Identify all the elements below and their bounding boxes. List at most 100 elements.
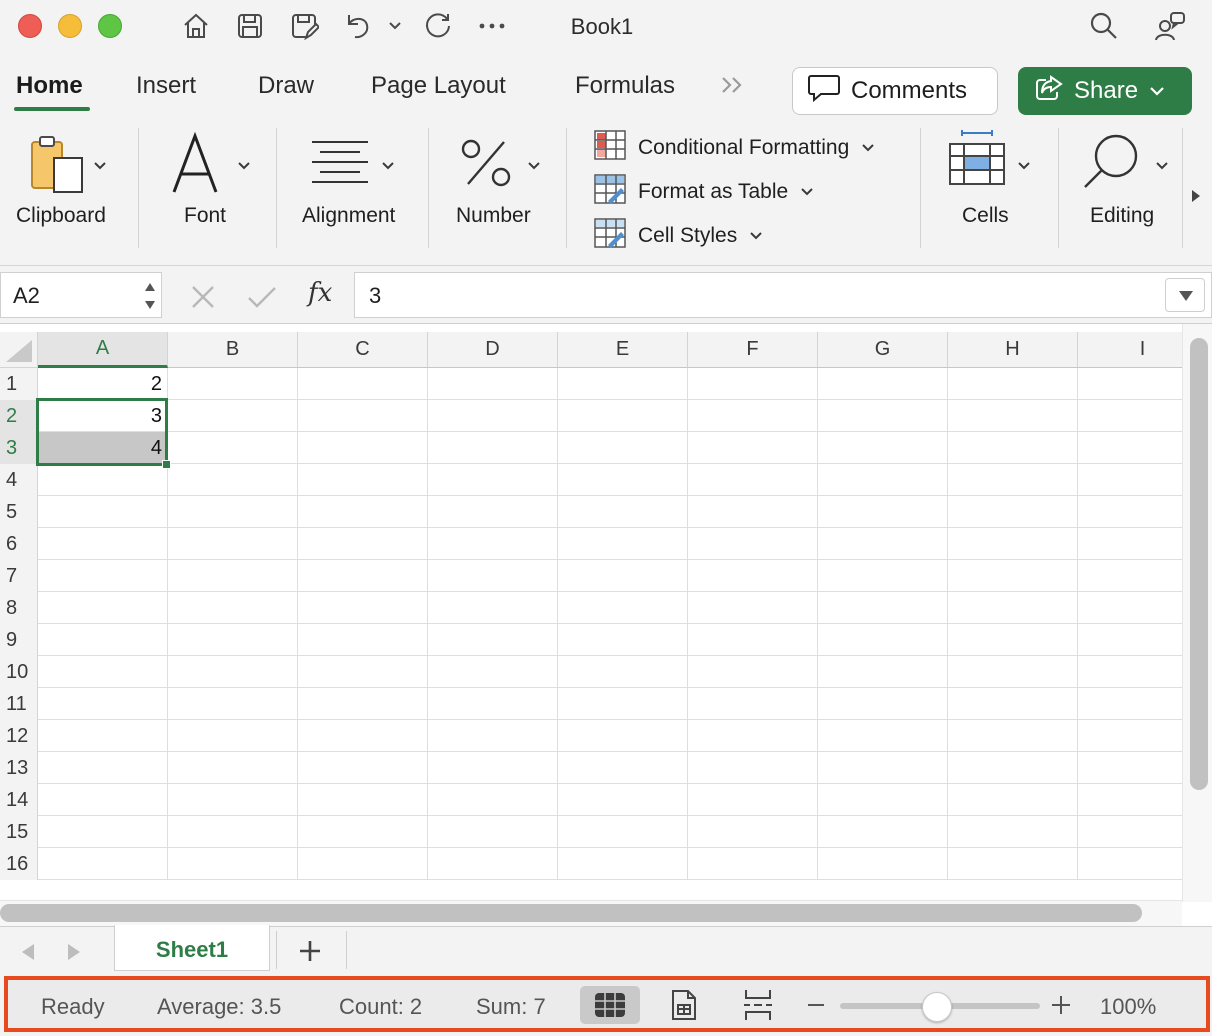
cell-f3[interactable] (688, 432, 818, 464)
cell-d14[interactable] (428, 784, 558, 816)
cell-f1[interactable] (688, 368, 818, 400)
cell-h15[interactable] (948, 816, 1078, 848)
row-header-8[interactable]: 8 (0, 592, 38, 624)
undo-dropdown-chevron-icon[interactable] (380, 8, 410, 44)
tab-draw[interactable]: Draw (258, 72, 314, 100)
cell-b7[interactable] (168, 560, 298, 592)
cell-e15[interactable] (558, 816, 688, 848)
tab-formulas[interactable]: Formulas (575, 72, 675, 100)
cell-a10[interactable] (38, 656, 168, 688)
cell-c6[interactable] (298, 528, 428, 560)
row-header-14[interactable]: 14 (0, 784, 38, 816)
undo-icon[interactable] (340, 8, 376, 44)
row-header-2[interactable]: 2 (0, 400, 38, 432)
cell-h4[interactable] (948, 464, 1078, 496)
cell-f10[interactable] (688, 656, 818, 688)
cell-a12[interactable] (38, 720, 168, 752)
cell-c4[interactable] (298, 464, 428, 496)
cell-h7[interactable] (948, 560, 1078, 592)
cell-g13[interactable] (818, 752, 948, 784)
cell-h1[interactable] (948, 368, 1078, 400)
zoom-window-button[interactable] (98, 14, 122, 38)
cancel-entry-icon[interactable] (190, 284, 216, 315)
cell-d2[interactable] (428, 400, 558, 432)
cell-g8[interactable] (818, 592, 948, 624)
cell-b8[interactable] (168, 592, 298, 624)
cell-g4[interactable] (818, 464, 948, 496)
cell-e7[interactable] (558, 560, 688, 592)
cell-d1[interactable] (428, 368, 558, 400)
save-icon[interactable] (232, 8, 268, 44)
cell-a16[interactable] (38, 848, 168, 880)
page-break-view-button[interactable] (728, 986, 788, 1024)
row-header-7[interactable]: 7 (0, 560, 38, 592)
row-header-10[interactable]: 10 (0, 656, 38, 688)
cell-e16[interactable] (558, 848, 688, 880)
column-header-c[interactable]: C (298, 332, 428, 368)
format-as-table-button[interactable]: Format as Table (594, 174, 814, 209)
cell-e13[interactable] (558, 752, 688, 784)
cell-e10[interactable] (558, 656, 688, 688)
cell-b13[interactable] (168, 752, 298, 784)
cell-f14[interactable] (688, 784, 818, 816)
row-header-13[interactable]: 13 (0, 752, 38, 784)
close-window-button[interactable] (18, 14, 42, 38)
cell-f6[interactable] (688, 528, 818, 560)
worksheet-grid[interactable]: ABCDEFGHI 1 2 3 4 5 6 7 8 9 10 11 12 13 14 15 16 234 (0, 324, 1212, 926)
share-button[interactable]: Share (1018, 67, 1192, 115)
cell-a6[interactable] (38, 528, 168, 560)
cell-e12[interactable] (558, 720, 688, 752)
row-header-4[interactable]: 4 (0, 464, 38, 496)
cell-h9[interactable] (948, 624, 1078, 656)
cell-a4[interactable] (38, 464, 168, 496)
cell-a7[interactable] (38, 560, 168, 592)
column-header-d[interactable]: D (428, 332, 558, 368)
cell-f15[interactable] (688, 816, 818, 848)
add-sheet-icon[interactable] (298, 939, 322, 968)
column-header-f[interactable]: F (688, 332, 818, 368)
more-options-icon[interactable] (474, 8, 510, 44)
name-box-stepper-icon[interactable] (143, 279, 157, 319)
cell-b5[interactable] (168, 496, 298, 528)
cell-g1[interactable] (818, 368, 948, 400)
cell-a9[interactable] (38, 624, 168, 656)
clipboard-group[interactable]: Clipboard (0, 118, 138, 258)
cell-b16[interactable] (168, 848, 298, 880)
cell-a15[interactable] (38, 816, 168, 848)
cell-b14[interactable] (168, 784, 298, 816)
cell-styles-button[interactable]: Cell Styles (594, 218, 763, 253)
cell-f8[interactable] (688, 592, 818, 624)
cell-h14[interactable] (948, 784, 1078, 816)
cell-h11[interactable] (948, 688, 1078, 720)
cell-h13[interactable] (948, 752, 1078, 784)
tab-page-layout[interactable]: Page Layout (371, 72, 506, 100)
fill-handle[interactable] (162, 460, 171, 469)
row-header-12[interactable]: 12 (0, 720, 38, 752)
row-header-1[interactable]: 1 (0, 368, 38, 400)
cell-d9[interactable] (428, 624, 558, 656)
cell-d16[interactable] (428, 848, 558, 880)
cell-f12[interactable] (688, 720, 818, 752)
cell-g3[interactable] (818, 432, 948, 464)
cell-h6[interactable] (948, 528, 1078, 560)
cell-d12[interactable] (428, 720, 558, 752)
row-header-6[interactable]: 6 (0, 528, 38, 560)
cells-group[interactable]: Cells (922, 118, 1058, 258)
cell-g6[interactable] (818, 528, 948, 560)
cell-c10[interactable] (298, 656, 428, 688)
cell-g14[interactable] (818, 784, 948, 816)
cell-d3[interactable] (428, 432, 558, 464)
horizontal-scroll-thumb[interactable] (0, 904, 1142, 922)
tab-home[interactable]: Home (16, 72, 83, 100)
cell-b1[interactable] (168, 368, 298, 400)
page-layout-view-button[interactable] (654, 986, 714, 1024)
cell-b3[interactable] (168, 432, 298, 464)
cell-h3[interactable] (948, 432, 1078, 464)
next-sheet-icon[interactable] (66, 943, 82, 966)
cell-g11[interactable] (818, 688, 948, 720)
cell-b12[interactable] (168, 720, 298, 752)
row-header-16[interactable]: 16 (0, 848, 38, 880)
cell-f11[interactable] (688, 688, 818, 720)
cell-g5[interactable] (818, 496, 948, 528)
cell-c9[interactable] (298, 624, 428, 656)
